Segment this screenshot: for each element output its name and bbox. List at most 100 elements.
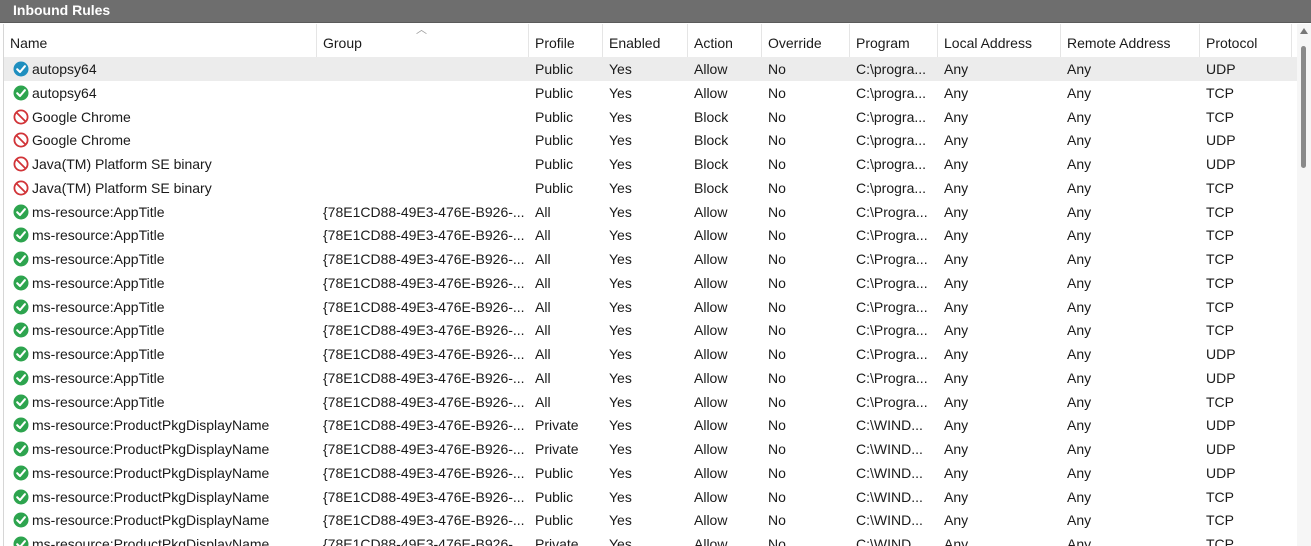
cell-remote-address: Any <box>1067 417 1092 434</box>
allow-icon <box>13 227 29 243</box>
column-header-profile[interactable]: Profile <box>529 24 603 57</box>
cell-remote-address: Any <box>1067 441 1092 457</box>
cell-enabled: Yes <box>609 393 632 410</box>
cell-protocol: UDP <box>1206 346 1236 362</box>
allow-icon <box>13 85 29 101</box>
cell-override: No <box>768 203 786 220</box>
cell-local-address: Any <box>944 369 969 386</box>
cell-action: Block <box>694 108 729 125</box>
cell-group: {78E1CD88-49E3-476E-B926-... <box>323 346 525 362</box>
cell-name: ms-resource:ProductPkgDisplayName <box>32 441 270 457</box>
vertical-scrollbar[interactable] <box>1297 24 1311 546</box>
cell-name: autopsy64 <box>32 61 97 77</box>
cell-enabled: Yes <box>609 84 632 101</box>
cell-profile: Public <box>535 464 574 481</box>
cell-group: {78E1CD88-49E3-476E-B926-... <box>323 322 525 339</box>
column-header-name[interactable]: Name <box>4 24 317 57</box>
cell-name: ms-resource:AppTitle <box>32 322 165 339</box>
table-row[interactable]: ms-resource:AppTitle {78E1CD88-49E3-476E-… <box>4 223 1298 247</box>
table-row[interactable]: ms-resource:AppTitle {78E1CD88-49E3-476E-… <box>4 247 1298 271</box>
column-header-enabled[interactable]: Enabled <box>603 24 688 57</box>
cell-local-address: Any <box>944 441 969 457</box>
table-row[interactable]: ms-resource:ProductPkgDisplayName {78E1CD… <box>4 437 1298 461</box>
cell-action: Allow <box>694 441 728 457</box>
cell-protocol: TCP <box>1206 512 1234 529</box>
cell-remote-address: Any <box>1067 488 1092 505</box>
allow-icon <box>13 251 29 267</box>
cell-enabled: Yes <box>609 251 632 267</box>
table-row[interactable]: ms-resource:ProductPkgDisplayName {78E1CD… <box>4 532 1298 546</box>
cell-action: Allow <box>694 298 728 315</box>
cell-profile: Public <box>535 512 574 529</box>
cell-override: No <box>768 488 786 505</box>
cell-group: {78E1CD88-49E3-476E-B926-... <box>323 417 525 434</box>
cell-enabled: Yes <box>609 369 632 386</box>
table-row[interactable]: Google Chrome Public Yes Block No C:\progra..… <box>4 105 1298 129</box>
panel-titlebar: Inbound Rules <box>0 0 1311 23</box>
cell-action: Allow <box>694 488 728 505</box>
scroll-thumb[interactable] <box>1301 46 1306 168</box>
table-row[interactable]: ms-resource:AppTitle {78E1CD88-49E3-476E-… <box>4 390 1298 414</box>
cell-name: Java(TM) Platform SE binary <box>32 156 212 172</box>
table-row[interactable]: autopsy64 Public Yes Allow No C:\progra... Any… <box>4 57 1298 81</box>
cell-protocol: TCP <box>1206 84 1234 101</box>
column-header-group[interactable]: Group <box>317 24 529 57</box>
table-row[interactable]: ms-resource:AppTitle {78E1CD88-49E3-476E-… <box>4 342 1298 366</box>
column-header-protocol[interactable]: Protocol <box>1200 24 1292 57</box>
cell-group: {78E1CD88-49E3-476E-B926-... <box>323 274 525 291</box>
cell-name: ms-resource:AppTitle <box>32 393 165 410</box>
column-header-program[interactable]: Program <box>850 24 938 57</box>
cell-action: Block <box>694 156 729 172</box>
cell-name: ms-resource:ProductPkgDisplayName <box>32 488 270 505</box>
scroll-up-icon[interactable] <box>1300 28 1308 34</box>
allow-icon <box>13 417 29 433</box>
table-row[interactable]: Google Chrome Public Yes Block No C:\progra..… <box>4 128 1298 152</box>
table-row[interactable]: ms-resource:ProductPkgDisplayName {78E1CD… <box>4 508 1298 532</box>
cell-local-address: Any <box>944 203 969 220</box>
cell-override: No <box>768 393 786 410</box>
table-row[interactable]: ms-resource:AppTitle {78E1CD88-49E3-476E-… <box>4 366 1298 390</box>
column-header-remote-address[interactable]: Remote Address <box>1061 24 1200 57</box>
cell-local-address: Any <box>944 108 969 125</box>
column-header-action[interactable]: Action <box>688 24 762 57</box>
cell-profile: Public <box>535 488 574 505</box>
cell-remote-address: Any <box>1067 108 1092 125</box>
cell-enabled: Yes <box>609 488 632 505</box>
column-header-override[interactable]: Override <box>762 24 850 57</box>
cell-profile: Private <box>535 417 579 434</box>
table-row[interactable]: ms-resource:AppTitle {78E1CD88-49E3-476E-… <box>4 295 1298 319</box>
cell-remote-address: Any <box>1067 393 1092 410</box>
cell-profile: All <box>535 298 551 315</box>
table-row[interactable]: autopsy64 Public Yes Allow No C:\progra... Any… <box>4 81 1298 105</box>
cell-group: {78E1CD88-49E3-476E-B926-... <box>323 203 525 220</box>
cell-enabled: Yes <box>609 132 632 149</box>
cell-program: C:\WIND... <box>856 464 923 481</box>
table-row[interactable]: ms-resource:ProductPkgDisplayName {78E1CD… <box>4 461 1298 485</box>
cell-program: C:\WIND... <box>856 441 923 457</box>
table-row[interactable]: ms-resource:AppTitle {78E1CD88-49E3-476E-… <box>4 200 1298 224</box>
cell-program: C:\Progra... <box>856 203 928 220</box>
cell-program: C:\Progra... <box>856 251 928 267</box>
table-row[interactable]: Java(TM) Platform SE binary Public Yes Bloc… <box>4 152 1298 176</box>
cell-name: Google Chrome <box>32 132 131 149</box>
cell-name: ms-resource:AppTitle <box>32 369 165 386</box>
table-row[interactable]: Java(TM) Platform SE binary Public Yes Bloc… <box>4 176 1298 200</box>
cell-program: C:\progra... <box>856 61 927 77</box>
cell-action: Allow <box>694 203 728 220</box>
cell-remote-address: Any <box>1067 346 1092 362</box>
cell-profile: All <box>535 322 551 339</box>
cell-protocol: UDP <box>1206 369 1236 386</box>
cell-local-address: Any <box>944 464 969 481</box>
column-header-local-address[interactable]: Local Address <box>938 24 1061 57</box>
cell-remote-address: Any <box>1067 156 1092 172</box>
table-row[interactable]: ms-resource:ProductPkgDisplayName {78E1CD… <box>4 485 1298 509</box>
cell-override: No <box>768 512 786 529</box>
cell-remote-address: Any <box>1067 512 1092 529</box>
cell-profile: All <box>535 346 551 362</box>
table-row[interactable]: ms-resource:AppTitle {78E1CD88-49E3-476E-… <box>4 318 1298 342</box>
table-row[interactable]: ms-resource:ProductPkgDisplayName {78E1CD… <box>4 413 1298 437</box>
cell-name: Google Chrome <box>32 108 131 125</box>
cell-override: No <box>768 156 786 172</box>
cell-enabled: Yes <box>609 203 632 220</box>
table-row[interactable]: ms-resource:AppTitle {78E1CD88-49E3-476E-… <box>4 271 1298 295</box>
